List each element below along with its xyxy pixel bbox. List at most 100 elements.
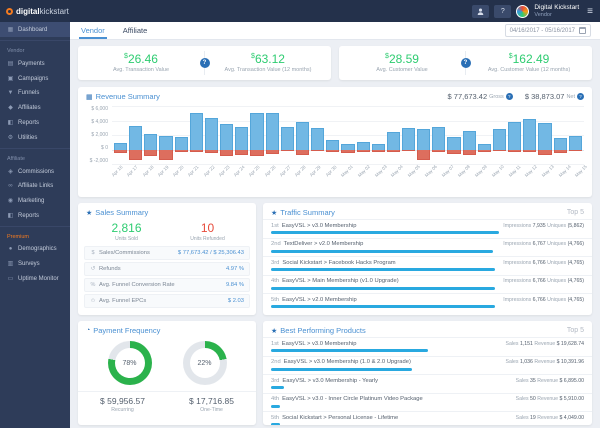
tab-affiliate[interactable]: Affiliate (121, 22, 149, 39)
refunds-icon: ↺ (90, 266, 96, 272)
affiliates-icon: ◆ (7, 104, 14, 111)
bar-may-11[interactable] (493, 106, 506, 164)
bar-apr-29[interactable] (311, 106, 324, 164)
progress-fill (271, 405, 280, 408)
sidebar-item-reports[interactable]: ◧Reports (0, 115, 70, 130)
user-button[interactable] (472, 5, 489, 18)
sidebar-item-dashboard[interactable]: ▦Dashboard (0, 22, 70, 37)
bar-may-02[interactable] (357, 106, 370, 164)
refund-bar (175, 150, 188, 152)
help-icon[interactable]: ? (200, 58, 210, 68)
gross-info-icon[interactable]: ? (506, 93, 513, 100)
rank-tag: 3rd (271, 260, 279, 266)
bar-apr-26[interactable] (266, 106, 279, 164)
donut-percentage: 78% (122, 360, 136, 367)
bar-may-04[interactable] (387, 106, 400, 164)
bar-apr-23[interactable] (220, 106, 233, 164)
date-range-picker[interactable]: 04/16/2017 - 05/16/2017 (505, 24, 591, 37)
bar-may-12[interactable] (508, 106, 521, 164)
bar-apr-22[interactable] (205, 106, 218, 164)
refund-bar (417, 150, 430, 160)
traffic-row-3rd[interactable]: 3rdSocial Kickstart > Facebook Hacks Pro… (263, 256, 592, 275)
refund-bar (447, 150, 460, 154)
traffic-row-4th[interactable]: 4thEasyVSL > Main Membership (v1.0 Upgra… (263, 275, 592, 294)
bar-may-08[interactable] (447, 106, 460, 164)
bar-apr-17[interactable] (129, 106, 142, 164)
bar-apr-24[interactable] (235, 106, 248, 164)
revenue-label: Revenue (536, 378, 560, 384)
bar-apr-16[interactable] (114, 106, 127, 164)
bar-may-03[interactable] (372, 106, 385, 164)
bar-may-10[interactable] (478, 106, 491, 164)
bar-may-05[interactable] (402, 106, 415, 164)
revenue-label: Revenue (533, 359, 557, 365)
bar-may-09[interactable] (463, 106, 476, 164)
sales-summary-title: ★ Sales Summary (86, 208, 148, 217)
refund-bar (523, 150, 536, 152)
bar-apr-18[interactable] (144, 106, 157, 164)
traffic-row-2nd[interactable]: 2ndTextDeliver > v2.0 MembershipImpressi… (263, 238, 592, 257)
menu-icon[interactable]: ≡ (587, 6, 593, 17)
revenue-label: Revenue (536, 415, 560, 421)
sidebar-item-demographics[interactable]: ●Demographics (0, 242, 70, 256)
bar-apr-27[interactable] (281, 106, 294, 164)
sales-row-value: 9.84 % (226, 282, 244, 288)
refund-bar (554, 150, 567, 154)
bar-may-15[interactable] (554, 106, 567, 164)
uniques-value: (4,765) (568, 297, 584, 303)
date-range-value: 04/16/2017 - 05/16/2017 (510, 28, 575, 34)
refund-bar (311, 150, 324, 151)
bar-may-13[interactable] (523, 106, 536, 164)
sidebar-item-uptime-monitor[interactable]: ▭Uptime Monitor (0, 271, 70, 286)
product-row-2nd[interactable]: 2ndEasyVSL > v3.0 Membership (1.0 & 2.0 … (263, 356, 592, 375)
bar-may-07[interactable] (432, 106, 445, 164)
net-info-icon[interactable]: ? (577, 93, 584, 100)
sidebar-item-affiliate-links[interactable]: ∞Affiliate Links (0, 179, 70, 193)
sidebar-item-reports[interactable]: ◧Reports (0, 208, 70, 223)
sidebar-item-surveys[interactable]: ▥Surveys (0, 256, 70, 271)
uniques-value: (4,765) (568, 260, 584, 266)
help-icon[interactable]: ? (461, 58, 471, 68)
product-row-line: 3rdEasyVSL > v3.0 Membership - YearlySal… (271, 378, 584, 384)
sidebar-item-payments[interactable]: ▤Payments (0, 56, 70, 71)
product-row-4th[interactable]: 4thEasyVSL > v3.0 - Inner Circle Platinu… (263, 393, 592, 412)
product-row-3rd[interactable]: 3rdEasyVSL > v3.0 Membership - YearlySal… (263, 374, 592, 393)
bar-apr-20[interactable] (175, 106, 188, 164)
sidebar-item-affiliates[interactable]: ◆Affiliates (0, 100, 70, 115)
bar-apr-25[interactable] (250, 106, 263, 164)
tab-vendor[interactable]: Vendor (79, 22, 107, 39)
bar-apr-30[interactable] (326, 106, 339, 164)
bar-may-16[interactable] (569, 106, 582, 164)
sales-row-label: ↺Refunds (90, 266, 121, 272)
product-name: EasyVSL > v3.0 Membership (1.0 & 2.0 Upg… (284, 359, 411, 365)
sidebar-item-funnels[interactable]: ▼Funnels (0, 86, 70, 100)
traffic-row-5th[interactable]: 5thEasyVSL > v2.0 MembershipImpressions … (263, 293, 592, 312)
bar-apr-19[interactable] (159, 106, 172, 164)
sidebar-item-marketing[interactable]: ◉Marketing (0, 193, 70, 208)
sales-value: 1,151 (520, 341, 533, 347)
product-row-5th[interactable]: 5thSocial Kickstart > Personal License -… (263, 411, 592, 425)
bar-may-06[interactable] (417, 106, 430, 164)
refund-bar (357, 150, 370, 153)
sidebar-item-commissions[interactable]: ◈Commissions (0, 164, 70, 179)
bar-apr-28[interactable] (296, 106, 309, 164)
sidebar-item-campaigns[interactable]: ▣Campaigns (0, 71, 70, 86)
revenue-bar (432, 127, 445, 149)
brand-logo[interactable]: digitalkickstart (0, 7, 70, 16)
progress-track (271, 386, 584, 389)
avatar[interactable] (516, 5, 529, 18)
bar-apr-21[interactable] (190, 106, 203, 164)
sidebar-item-label: Campaigns (18, 76, 48, 82)
conversion-rate-icon: % (90, 282, 96, 288)
user-info[interactable]: Digital Kickstart Vendor (534, 4, 579, 17)
bar-may-01[interactable] (341, 106, 354, 164)
x-axis-labels: Apr 16Apr 17Apr 18Apr 19Apr 20Apr 21Apr … (112, 167, 584, 182)
utilities-icon: ⚙ (7, 134, 14, 141)
help-button[interactable]: ? (494, 5, 511, 18)
sidebar-item-utilities[interactable]: ⚙Utilities (0, 130, 70, 145)
calendar-icon (579, 27, 586, 34)
bar-may-14[interactable] (538, 106, 551, 164)
traffic-row-1st[interactable]: 1stEasyVSL > v3.0 MembershipImpressions … (263, 219, 592, 238)
sales-stats: 2,816 Units Sold 10 Units Refunded (78, 219, 256, 246)
product-row-1st[interactable]: 1stEasyVSL > v3.0 MembershipSales 1,151 … (263, 337, 592, 356)
